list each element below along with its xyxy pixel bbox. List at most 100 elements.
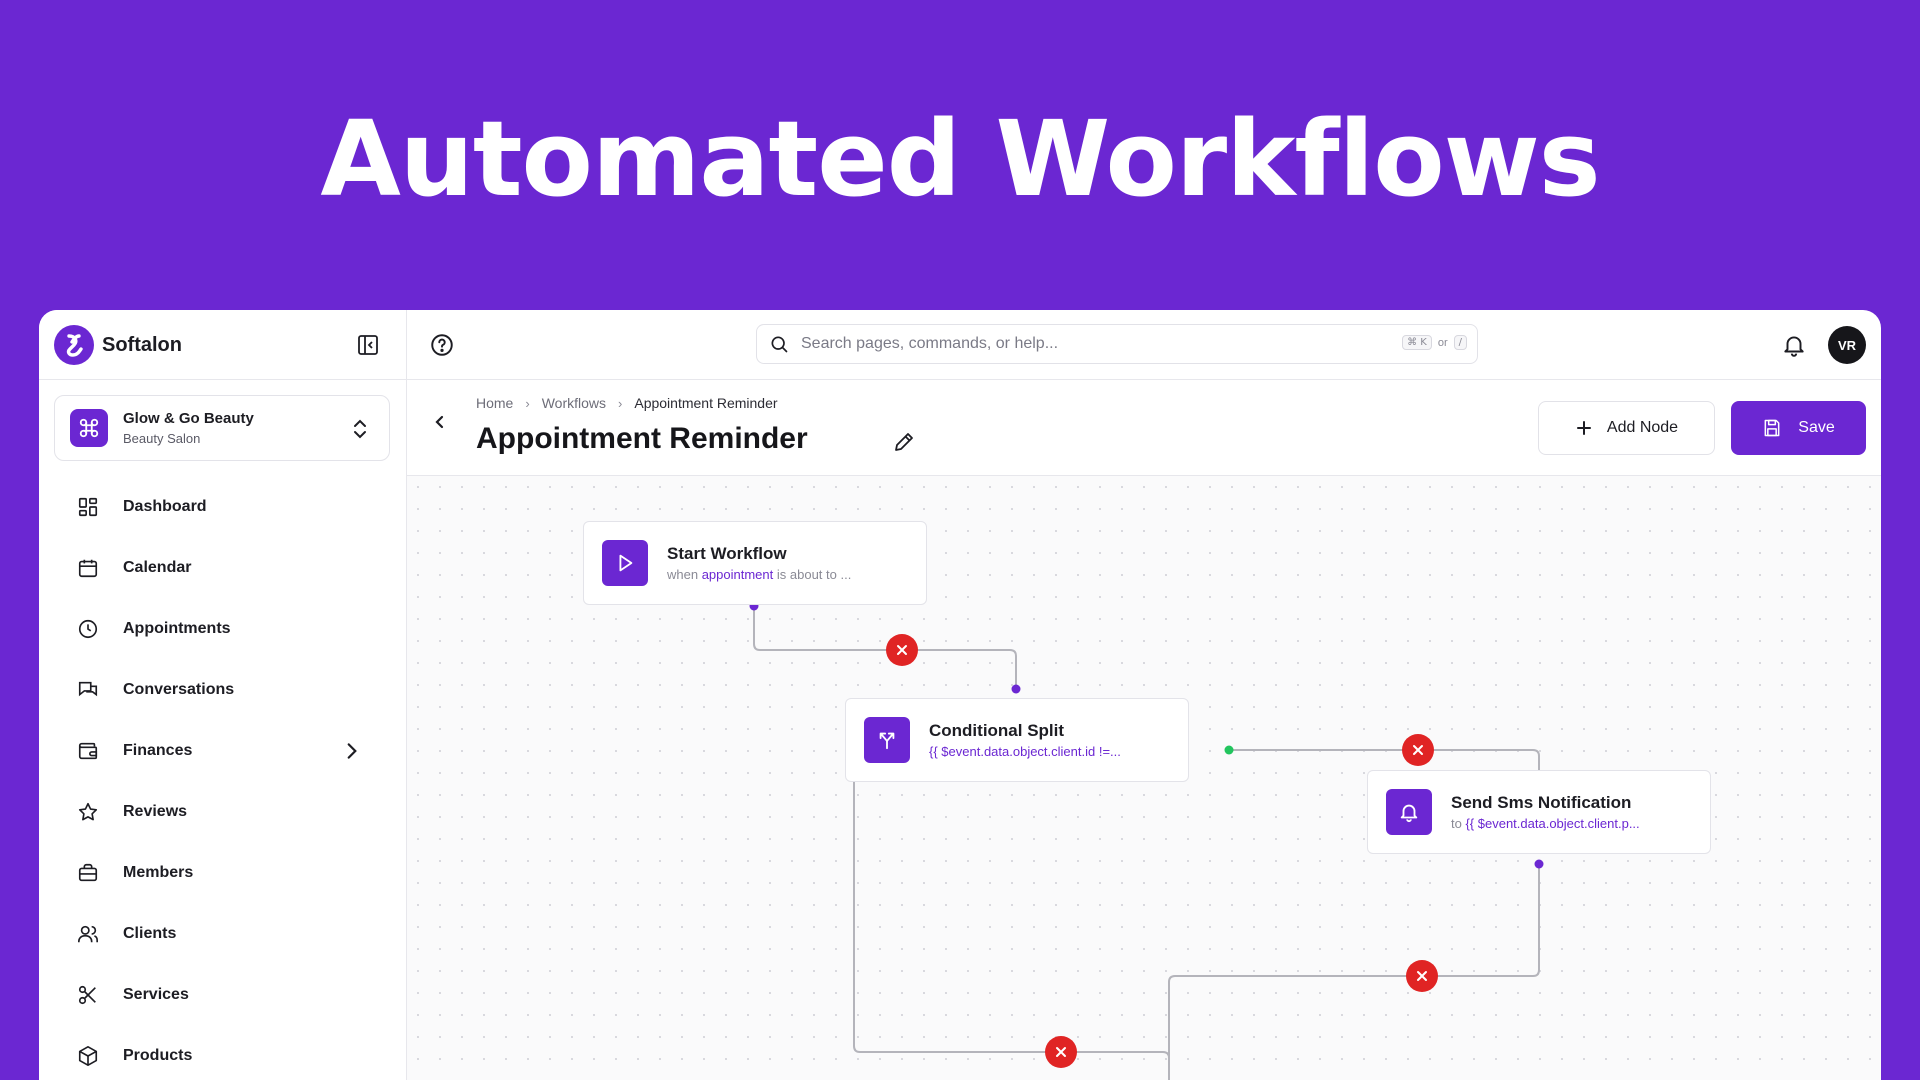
sidebar-item-members[interactable]: Members [39, 842, 407, 903]
delete-edge-button[interactable] [1402, 734, 1434, 766]
breadcrumb-home[interactable]: Home [476, 395, 513, 411]
sidebar-item-label: Appointments [123, 619, 231, 637]
calendar-icon [78, 559, 98, 577]
close-icon [1413, 745, 1423, 755]
page-title: Appointment Reminder [476, 422, 808, 455]
breadcrumb-current: Appointment Reminder [634, 395, 778, 411]
search-shortcut-hint: ⌘ K or / [1402, 335, 1467, 350]
search-bar[interactable]: ⌘ K or / [756, 324, 1478, 364]
sidebar-item-clients[interactable]: Clients [39, 903, 407, 964]
save-icon [1764, 419, 1780, 437]
sidebar-collapse-icon[interactable] [356, 333, 380, 357]
port-split-true [1224, 745, 1234, 755]
app-window: Softalon Glow & Go Beauty Beauty Salon D… [39, 310, 1881, 1080]
star-icon [78, 802, 98, 820]
save-label: Save [1798, 419, 1835, 436]
delete-edge-button[interactable] [886, 634, 918, 666]
page-header: Home › Workflows › Appointment Reminder … [407, 380, 1881, 476]
port-sms-out [1534, 859, 1544, 869]
brand[interactable]: Softalon [54, 324, 182, 366]
breadcrumb-separator-icon: › [618, 395, 623, 411]
node-subtitle-highlight: appointment [701, 567, 774, 582]
node-subtitle: when appointment is about to ... [667, 567, 851, 582]
add-node-label: Add Node [1606, 419, 1679, 436]
org-type: Beauty Salon [123, 431, 201, 446]
node-subtitle-prefix: when [667, 567, 702, 582]
chevron-up-down-icon [349, 417, 371, 441]
sidebar-item-label: Services [123, 985, 189, 1003]
chat-icon [78, 681, 98, 696]
node-title: Send Sms Notification [1451, 793, 1632, 812]
users-icon [78, 925, 98, 942]
sidebar-item-label: Clients [123, 924, 177, 942]
breadcrumb-separator-icon: › [525, 395, 530, 411]
back-icon[interactable] [430, 412, 450, 432]
clock-icon [78, 619, 98, 638]
scissors-icon [78, 985, 96, 1004]
sidebar-item-products[interactable]: Products [39, 1025, 407, 1080]
help-icon[interactable] [429, 332, 455, 358]
pencil-icon[interactable] [892, 430, 916, 454]
breadcrumb-workflows[interactable]: Workflows [542, 395, 606, 411]
sidebar-item-reviews[interactable]: Reviews [39, 781, 407, 842]
org-switcher[interactable]: Glow & Go Beauty Beauty Salon [54, 395, 390, 461]
node-start-workflow[interactable]: Start Workflow when appointment is about… [583, 521, 927, 605]
edge-split-false-branch [853, 749, 1170, 1080]
sidebar-nav: Dashboard Calendar Appointments Conversa… [39, 476, 407, 1080]
sidebar-item-label: Conversations [123, 680, 235, 698]
command-icon [70, 409, 108, 447]
briefcase-icon [78, 863, 98, 881]
node-title: Conditional Split [929, 721, 1065, 740]
sidebar-item-label: Calendar [123, 558, 192, 576]
sidebar: Softalon Glow & Go Beauty Beauty Salon D… [39, 310, 407, 1080]
sidebar-item-conversations[interactable]: Conversations [39, 659, 407, 720]
node-subtitle-prefix: to [1451, 816, 1466, 831]
search-input[interactable] [801, 335, 1361, 353]
sidebar-item-services[interactable]: Services [39, 964, 407, 1025]
topbar: ⌘ K or / VR [407, 310, 1881, 380]
delete-edge-button[interactable] [1045, 1036, 1077, 1068]
box-icon [78, 1045, 98, 1066]
breadcrumb: Home › Workflows › Appointment Reminder [476, 395, 778, 411]
chevron-right-icon [347, 743, 357, 759]
plus-icon [1576, 421, 1591, 435]
split-icon [864, 717, 910, 763]
bell-icon[interactable] [1781, 332, 1807, 358]
node-subtitle-highlight: {{ $event.data.object.client.p... [1465, 816, 1640, 831]
workflow-canvas[interactable]: Start Workflow when appointment is about… [407, 476, 1881, 1080]
org-name: Glow & Go Beauty [123, 410, 254, 427]
sidebar-item-label: Products [123, 1046, 193, 1064]
sidebar-item-calendar[interactable]: Calendar [39, 537, 407, 598]
avatar[interactable]: VR [1828, 326, 1866, 364]
add-node-button[interactable]: Add Node [1538, 401, 1715, 455]
softalon-logo-icon [54, 325, 94, 365]
sidebar-divider [39, 379, 407, 380]
node-conditional-split[interactable]: Conditional Split {{ $event.data.object.… [845, 698, 1189, 782]
sidebar-item-label: Dashboard [123, 497, 207, 515]
delete-edge-button[interactable] [1406, 960, 1438, 992]
bell-icon [1386, 789, 1432, 835]
shortcut-key: / [1453, 335, 1467, 350]
hero-title: Automated Workflows [320, 98, 1600, 220]
port-split-in [1011, 684, 1021, 694]
sidebar-item-finances[interactable]: Finances [39, 720, 407, 781]
edge-start-to-split [753, 606, 1017, 689]
node-send-sms[interactable]: Send Sms Notification to {{ $event.data.… [1367, 770, 1711, 854]
brand-name: Softalon [102, 333, 182, 356]
edge-sms-to-next [1168, 864, 1540, 1080]
sidebar-item-appointments[interactable]: Appointments [39, 598, 407, 659]
shortcut-key: ⌘ K [1402, 335, 1432, 350]
sidebar-item-dashboard[interactable]: Dashboard [39, 476, 407, 537]
sidebar-item-label: Finances [123, 741, 193, 759]
sidebar-item-label: Members [123, 863, 194, 881]
node-subtitle: {{ $event.data.object.client.id !=... [929, 744, 1121, 759]
close-icon [1417, 971, 1427, 981]
sidebar-item-label: Reviews [123, 802, 188, 820]
dashboard-icon [78, 497, 98, 516]
close-icon [897, 645, 907, 655]
node-subtitle: to {{ $event.data.object.client.p... [1451, 816, 1640, 831]
wallet-icon [78, 742, 98, 759]
save-button[interactable]: Save [1731, 401, 1866, 455]
shortcut-or: or [1437, 336, 1448, 349]
search-icon [771, 336, 788, 353]
